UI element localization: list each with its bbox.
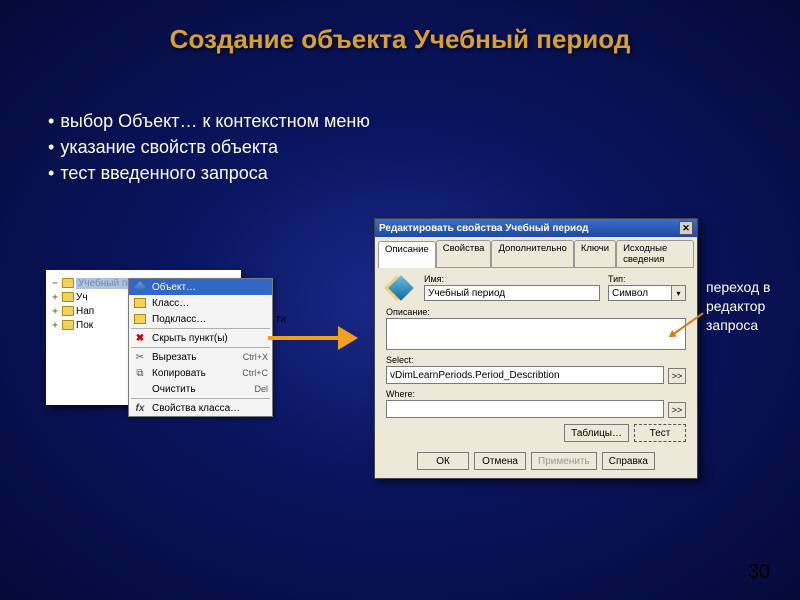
folder-icon xyxy=(62,292,74,302)
tables-button[interactable]: Таблицы… xyxy=(564,424,629,442)
properties-dialog: Редактировать свойства Учебный период ✕ … xyxy=(374,218,698,479)
type-combo[interactable]: Символ ▾ xyxy=(608,285,686,301)
select-field[interactable]: vDimLearnPeriods.Period_Describtion xyxy=(386,366,664,384)
folder-icon xyxy=(133,297,147,309)
fx-icon: fx xyxy=(133,402,147,414)
select-expand-button[interactable]: >> xyxy=(668,368,686,384)
twisty-icon[interactable]: − xyxy=(50,278,60,289)
context-menu: Объект… Класс… Подкласс…ти ✖Скрыть пункт… xyxy=(128,278,273,417)
dialog-footer: ОК Отмена Применить Справка xyxy=(375,446,697,478)
test-button[interactable]: Тест xyxy=(634,424,686,442)
tab-source[interactable]: Исходные сведения xyxy=(616,240,694,267)
menu-separator xyxy=(131,347,270,348)
bullet-2: указание свойств объекта xyxy=(60,134,278,160)
menu-item-class-props[interactable]: fxСвойства класса… xyxy=(129,400,272,416)
tree-panel: −Учебный период +Уч +Нап +Пок Объект… Кл… xyxy=(46,270,241,405)
dialog-titlebar[interactable]: Редактировать свойства Учебный период ✕ xyxy=(375,219,697,237)
slide-title: Создание объекта Учебный период xyxy=(0,0,800,55)
menu-item-object[interactable]: Объект… xyxy=(129,279,272,295)
object-icon xyxy=(386,274,416,302)
tab-pane: Имя: Учебный период Тип: Символ ▾ Описан… xyxy=(378,267,694,446)
select-label: Select: xyxy=(386,355,664,365)
help-button[interactable]: Справка xyxy=(602,452,655,470)
apply-button[interactable]: Применить xyxy=(531,452,597,470)
menu-item-copy[interactable]: ⧉КопироватьCtrl+C xyxy=(129,365,272,381)
arrow-icon xyxy=(268,326,358,350)
menu-separator xyxy=(131,398,270,399)
copy-icon: ⧉ xyxy=(133,367,147,379)
where-field[interactable] xyxy=(386,400,664,418)
cube-icon xyxy=(133,281,147,293)
folder-icon xyxy=(62,278,74,288)
folder-icon xyxy=(62,306,74,316)
twisty-icon[interactable]: + xyxy=(50,292,60,303)
blank-icon xyxy=(133,383,147,395)
bullet-3: тест введенного запроса xyxy=(60,160,267,186)
bullet-1: выбор Объект… к контекстном меню xyxy=(60,108,370,134)
page-number: 30 xyxy=(748,561,770,584)
description-field[interactable] xyxy=(386,318,686,350)
cancel-button[interactable]: Отмена xyxy=(474,452,526,470)
dialog-title: Редактировать свойства Учебный период xyxy=(379,223,679,234)
folder-icon xyxy=(133,313,147,325)
where-expand-button[interactable]: >> xyxy=(668,402,686,418)
name-field[interactable]: Учебный период xyxy=(424,285,600,301)
tab-keys[interactable]: Ключи xyxy=(574,240,616,267)
tab-properties[interactable]: Свойства xyxy=(436,240,492,267)
close-icon: ✖ xyxy=(133,332,147,344)
menu-item-class[interactable]: Класс… xyxy=(129,295,272,311)
bullet-list: •выбор Объект… к контекстном меню •указа… xyxy=(48,108,370,186)
close-button[interactable]: ✕ xyxy=(679,221,693,235)
tab-bar: Описание Свойства Дополнительно Ключи Ис… xyxy=(375,237,697,267)
description-label: Описание: xyxy=(386,307,686,317)
chevron-down-icon[interactable]: ▾ xyxy=(672,285,686,301)
menu-item-clear[interactable]: ОчиститьDel xyxy=(129,381,272,397)
twisty-icon[interactable]: + xyxy=(50,320,60,331)
type-label: Тип: xyxy=(608,274,686,284)
menu-item-hide[interactable]: ✖Скрыть пункт(ы) xyxy=(129,330,272,346)
where-label: Where: xyxy=(386,389,664,399)
tab-description[interactable]: Описание xyxy=(378,241,436,268)
annotation-text: переход в редактор запроса xyxy=(706,278,800,335)
menu-item-subclass[interactable]: Подкласс…ти xyxy=(129,311,272,327)
ok-button[interactable]: ОК xyxy=(417,452,469,470)
tab-additional[interactable]: Дополнительно xyxy=(491,240,573,267)
twisty-icon[interactable]: + xyxy=(50,306,60,317)
name-label: Имя: xyxy=(424,274,600,284)
folder-icon xyxy=(62,320,74,330)
menu-item-cut[interactable]: ✂ВырезатьCtrl+X xyxy=(129,349,272,365)
menu-separator xyxy=(131,328,270,329)
scissors-icon: ✂ xyxy=(133,351,147,363)
